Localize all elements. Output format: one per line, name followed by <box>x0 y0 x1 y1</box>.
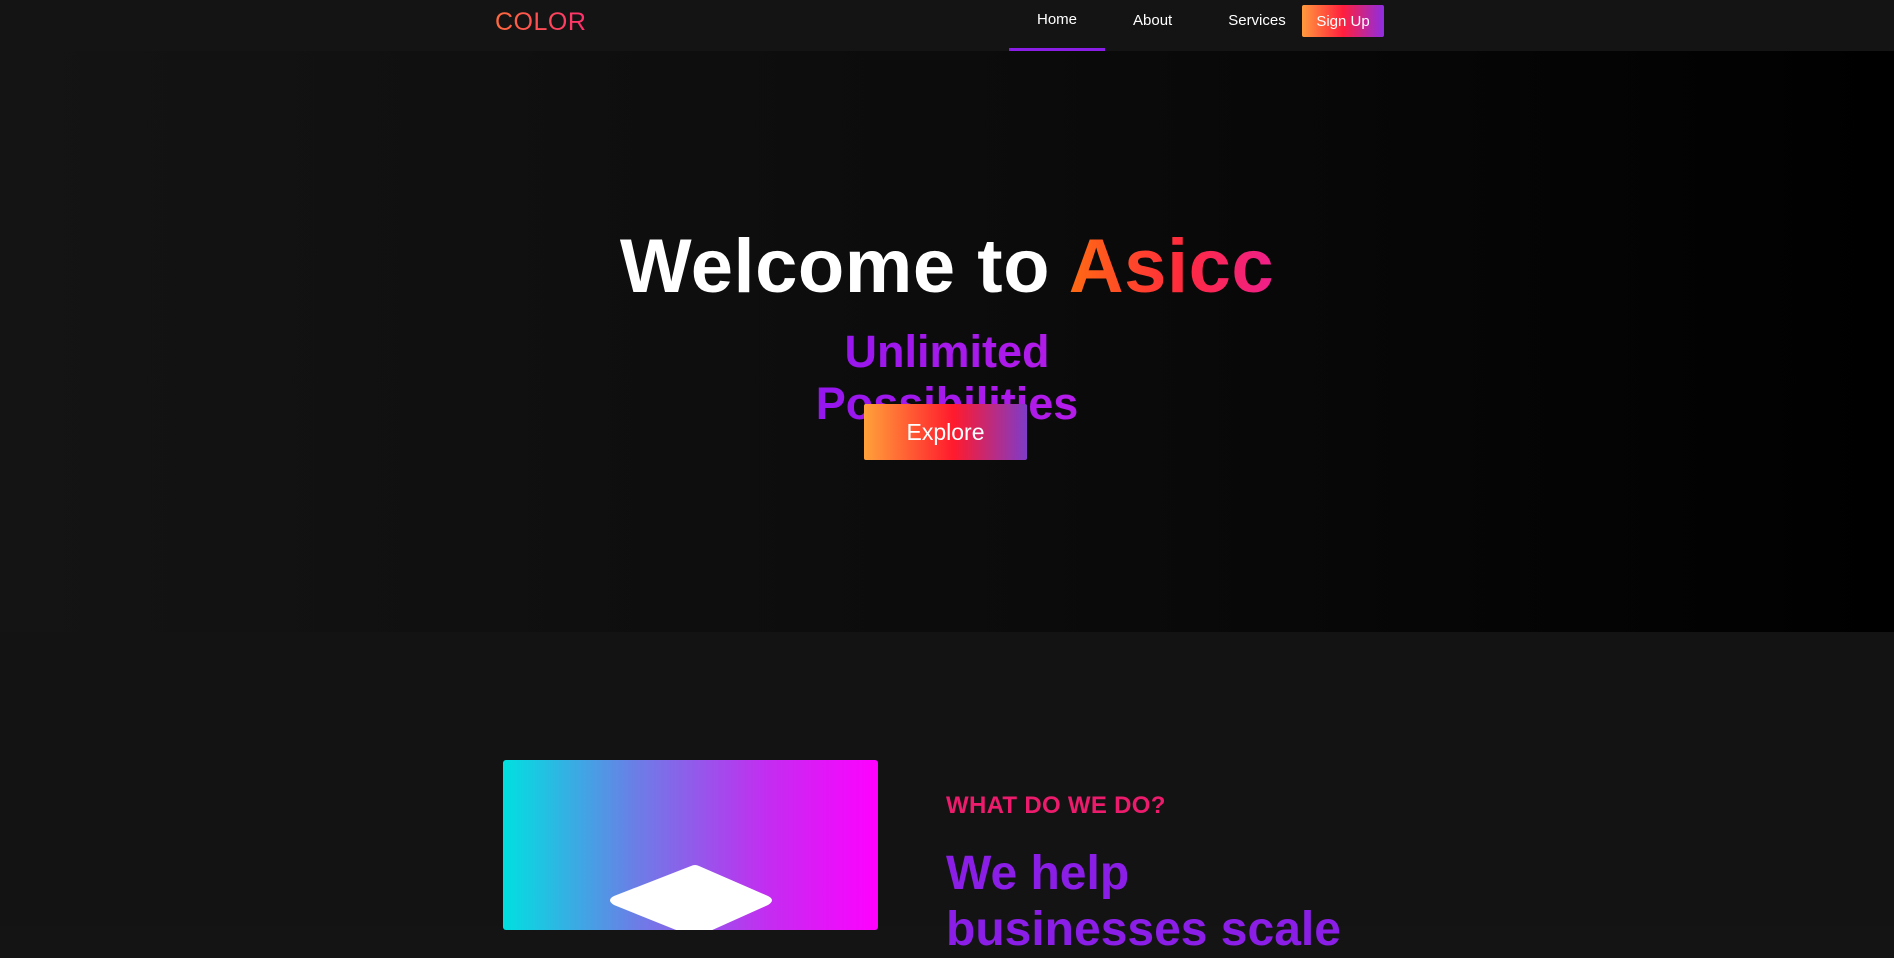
feature-card-image <box>503 760 878 930</box>
hero-title-prefix: Welcome to <box>619 224 1069 309</box>
about-section: WHAT DO WE DO? We help businesses scale <box>0 632 1894 956</box>
nav-links: Home About Services <box>1009 0 1314 51</box>
nav-link-about[interactable]: About <box>1105 0 1200 51</box>
explore-button[interactable]: Explore <box>864 404 1027 460</box>
nav-link-services[interactable]: Services <box>1200 0 1314 51</box>
hero-title: Welcome to Asicc <box>0 223 1894 310</box>
hero-title-brand: Asicc <box>1068 224 1275 309</box>
logo[interactable]: COLOR <box>495 8 586 37</box>
layer-icon <box>610 865 772 930</box>
hero-section: Welcome to Asicc Unlimited Possibilities… <box>0 51 1894 632</box>
nav-link-home[interactable]: Home <box>1009 0 1106 51</box>
section-eyebrow: WHAT DO WE DO? <box>946 792 1166 819</box>
sign-up-button[interactable]: Sign Up <box>1302 5 1384 37</box>
top-navbar: COLOR Home About Services Sign Up <box>0 0 1894 51</box>
section-heading: We help businesses scale <box>946 847 1341 956</box>
